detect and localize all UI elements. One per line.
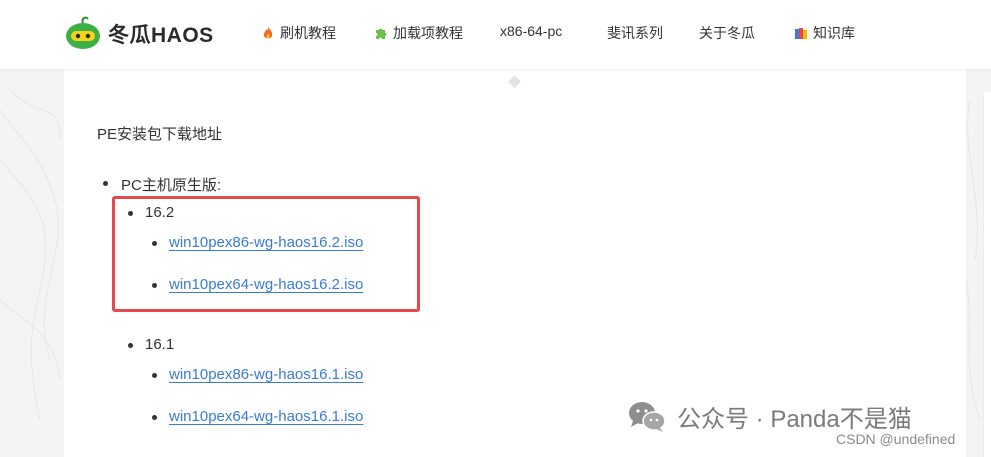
watermark-text: 公众号 · Panda不是猫 — [677, 406, 912, 433]
nav-item-phicomm-series[interactable]: 斐讯系列 — [607, 23, 663, 43]
wechat-icon — [629, 401, 666, 432]
section-label: PC主机原生版: — [121, 177, 222, 194]
nav-label: 加载项教程 — [393, 25, 463, 41]
list-bullet — [152, 415, 157, 420]
nav-item-flash-tutorial[interactable]: 刷机教程 — [261, 23, 336, 43]
nav-item-about[interactable]: 关于冬瓜 — [699, 23, 755, 43]
puzzle-icon — [376, 28, 387, 39]
download-link[interactable]: win10pex64-wg-haos16.1.iso — [169, 408, 363, 425]
nav-label: 斐讯系列 — [607, 25, 663, 41]
nav-item-knowledge-base[interactable]: 知识库 — [794, 23, 855, 43]
wechat-watermark: 公众号 · Panda不是猫 — [627, 399, 912, 434]
top-nav: 刷机教程 加载项教程 x86-64-pc 斐讯系列 关于冬瓜 知识库 — [0, 0, 991, 69]
nav-label: x86-64-pc — [500, 23, 563, 39]
page-title: PE安装包下载地址 — [97, 126, 223, 143]
side-panel-edge — [983, 92, 991, 457]
nav-label: 知识库 — [813, 25, 855, 41]
list-bullet — [152, 373, 157, 378]
nav-item-addon-tutorial[interactable]: 加载项教程 — [374, 23, 463, 43]
books-icon — [795, 28, 807, 39]
list-bullet — [128, 343, 133, 348]
download-link[interactable]: win10pex86-wg-haos16.1.iso — [169, 366, 363, 383]
nav-item-x86-64-pc[interactable]: x86-64-pc — [500, 23, 562, 39]
highlight-annotation-box — [112, 196, 420, 312]
site-header: 冬瓜HAOS 刷机教程 加载项教程 x86-64-pc 斐讯系列 关于冬瓜 知识… — [0, 0, 991, 69]
version-label: 16.1 — [145, 336, 175, 353]
nav-label: 关于冬瓜 — [699, 25, 755, 41]
nav-label: 刷机教程 — [280, 25, 336, 41]
csdn-watermark: CSDN @undefined — [836, 431, 956, 447]
fire-icon — [263, 27, 273, 39]
list-bullet — [103, 181, 108, 186]
